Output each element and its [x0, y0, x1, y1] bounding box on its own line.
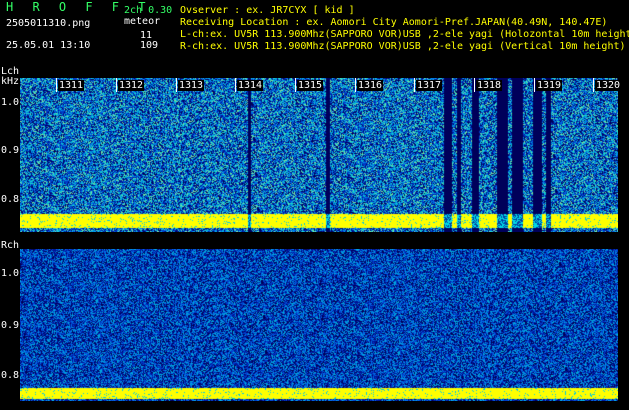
time-tick-label: 1313: [178, 80, 205, 91]
lch-spectrogram: [20, 78, 618, 232]
lch-info: L-ch:ex. UV5R 113.900Mhz(SAPPORO VOR)USB…: [180, 29, 629, 40]
location-info: Receiving Location : ex. Aomori City Aom…: [180, 17, 608, 28]
time-tick-label: 1311: [58, 80, 85, 91]
lch-ytick-1-0: 1.0: [1, 97, 20, 108]
tick-mark: [474, 78, 475, 92]
rch-ytick-1-0: 1.0: [1, 268, 20, 279]
time-tick-label: 1315: [297, 80, 324, 91]
observer-info: Ovserver : ex. JR7CYX [ kid ]: [180, 5, 355, 16]
time-tick-label: 1312: [118, 80, 145, 91]
tick-mark: [534, 78, 535, 92]
rch-channel-label: Rch: [1, 240, 20, 251]
tick-mark: [116, 78, 117, 92]
meteor-label: meteor: [124, 16, 161, 27]
filename-label: 2505011310.png: [6, 18, 91, 29]
tick-mark: [593, 78, 594, 92]
time-tick-label: 1318: [476, 80, 503, 91]
tick-mark: [414, 78, 415, 92]
tick-mark: [176, 78, 177, 92]
rch-ytick-0-9: 0.9: [1, 320, 20, 331]
meteor-count-rch: 109: [140, 40, 159, 51]
time-tick-label: 1317: [416, 80, 443, 91]
lch-ytick-0-8: 0.8: [1, 194, 20, 205]
time-tick-label: 1320: [595, 80, 622, 91]
time-tick-label: 1319: [536, 80, 563, 91]
rch-ytick-0-8: 0.8: [1, 370, 20, 381]
time-tick-label: 1314: [237, 80, 264, 91]
tick-mark: [235, 78, 236, 92]
lch-unit-label: kHz: [1, 76, 20, 87]
datetime-label: 25.05.01 13:10: [6, 40, 91, 51]
rch-info: R-ch:ex. UV5R 113.900Mhz(SAPPORO VOR)USB…: [180, 41, 626, 52]
lch-ytick-0-9: 0.9: [1, 145, 20, 156]
rch-spectrogram: [20, 249, 618, 401]
time-tick-label: 1316: [357, 80, 384, 91]
tick-mark: [56, 78, 57, 92]
tick-mark: [295, 78, 296, 92]
tick-mark: [355, 78, 356, 92]
